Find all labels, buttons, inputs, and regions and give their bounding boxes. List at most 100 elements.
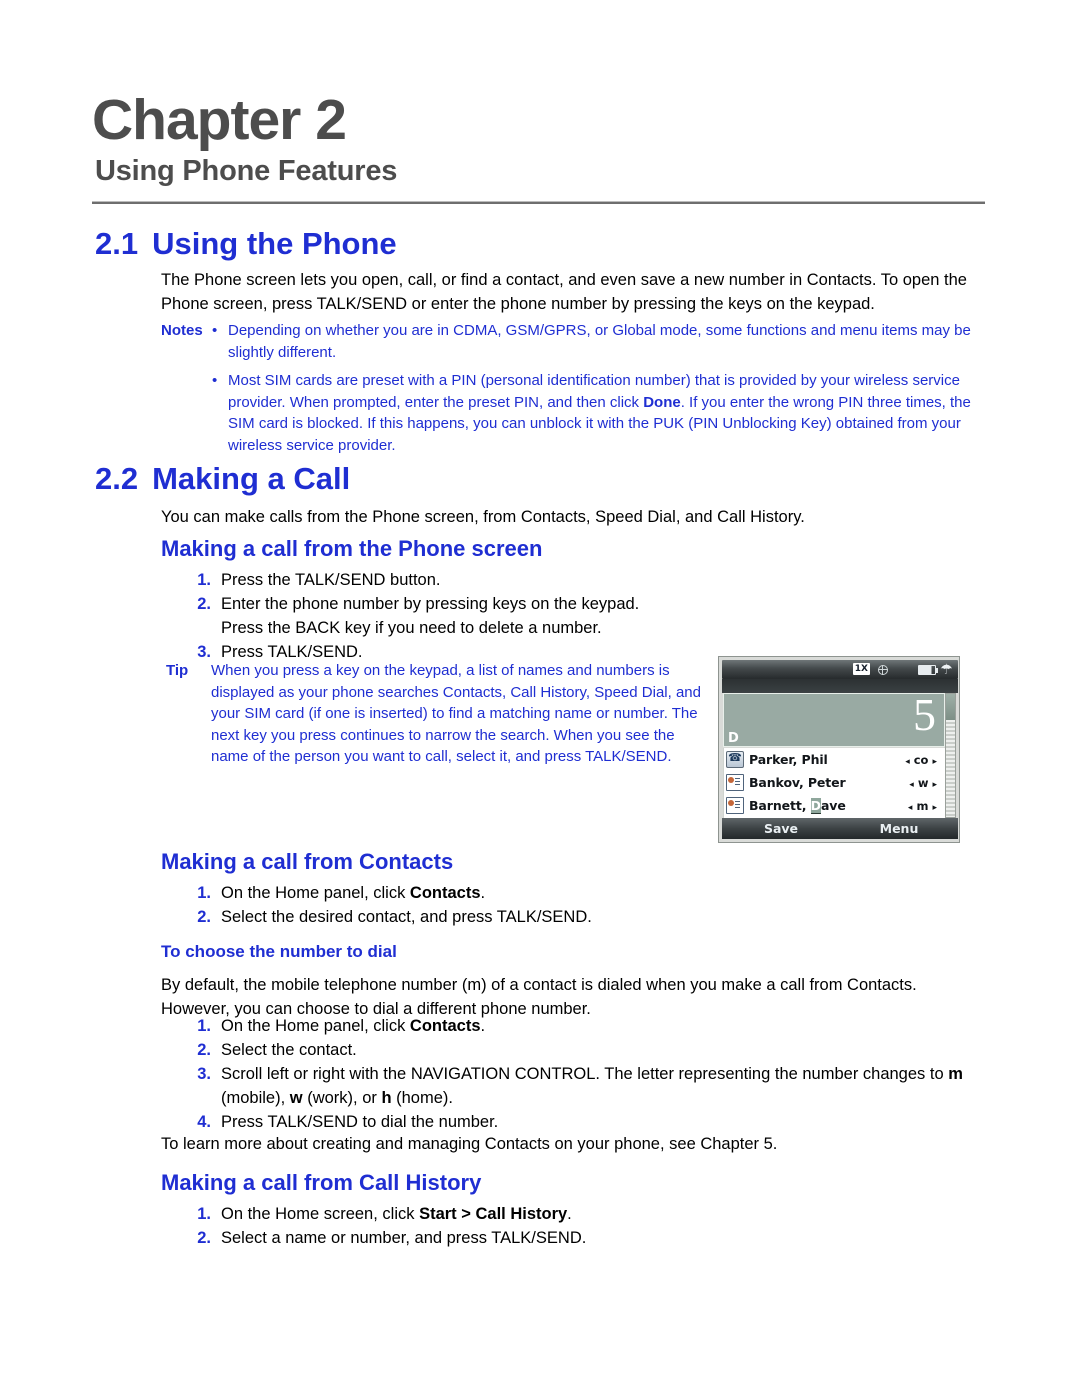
step-marker: 3. [197,643,211,661]
step-marker: 3. [197,1065,211,1083]
softkey-menu[interactable]: Menu [840,821,958,836]
scrollbar-thumb[interactable] [946,694,955,720]
step-marker: 4. [197,1113,211,1131]
step-text-b: . [567,1205,572,1223]
document-page: Chapter 2 Using Phone Features 2.1 Using … [0,0,1080,1397]
number-type-label: co [913,752,929,767]
arrow-left-icon: ◂ [909,779,914,790]
arrow-left-icon: ◂ [905,756,910,767]
note-bullet-2: • [212,372,218,389]
making-call-intro: You can make calls from the Phone screen… [161,508,805,526]
number-type: ◂ w ▸ [909,776,937,790]
list-item: 1. On the Home panel, click Contacts. [185,881,665,905]
step-marker: 1. [197,571,211,589]
step-marker: 2. [197,595,211,613]
step-text-bold-w: w [289,1089,303,1107]
step-text-c: (work), or [302,1089,382,1107]
contact-card-icon [726,774,744,791]
list-item: 4. Press TALK/SEND to dial the number. [185,1110,975,1134]
number-type-label: w [917,775,929,790]
contact-card-icon [726,797,744,814]
section-heading-using-the-phone: 2.1 Using the Phone [95,228,397,259]
note-bullet-1: • [212,322,218,339]
step-text-b: . [480,884,486,902]
list-item[interactable]: Barnett, Dave ◂ m ▸ [724,794,945,817]
step-text-a: On the Home panel, click [221,1017,410,1035]
number-type-label: m [916,798,929,813]
subheading-from-call-history: Making a call from Call History [161,1170,482,1195]
call-history-steps: 1. On the Home screen, click Start > Call… [185,1202,745,1250]
phone-scrollbar[interactable] [945,693,956,818]
contact-name-suffix: ave [820,798,846,813]
step-text: Select the desired contact, and press TA… [221,908,592,926]
section-title-2: Making a Call [152,461,351,496]
phone-status-bar: 1X ☂ [722,660,958,679]
phone-softkey-bar: Save Menu [722,818,958,839]
list-item: 1. On the Home screen, click Start > Call… [185,1202,745,1226]
section-title: Using the Phone [152,226,397,261]
contact-name-highlight: D [810,798,821,814]
step-marker: 1. [197,884,211,902]
list-item: Press the BACK key if you need to delete… [185,616,665,640]
step-text: Press the BACK key if you need to delete… [221,619,602,637]
arrow-right-icon: ▸ [932,802,937,813]
contact-name: Parker, Phil [749,752,828,767]
list-item: 3. Scroll left or right with the NAVIGATI… [185,1062,975,1110]
softkey-save[interactable]: Save [722,821,840,836]
phone-number-input[interactable]: 5 D [723,689,945,747]
section-number: 2.1 [95,226,139,261]
network-1x-badge: 1X [852,663,870,675]
step-text-bold: Contacts [409,884,481,902]
step-marker: 2. [197,1229,211,1247]
step-text: Press TALK/SEND. [221,643,363,661]
battery-icon [918,665,938,675]
step-text-bold-h: h [381,1089,392,1107]
arrow-left-icon: ◂ [907,802,913,813]
phone-contact-list[interactable]: Parker, Phil ◂ co ▸ Bankov, Peter ◂ w ▸ … [723,748,945,818]
phone-screenshot: 1X ☂ 5 D Parker, Phil ◂ co ▸ Bankov, Pet… [718,656,960,843]
step-text: Press the TALK/SEND button. [221,571,441,589]
step-text-a: On the Home panel, click [221,884,410,902]
step-text-bold: Start > Call History [419,1205,568,1223]
contact-name-text: Bankov, Peter [749,775,846,790]
notes-label: Notes [161,322,203,339]
list-item: 2. Select a name or number, and press TAL… [185,1226,745,1250]
section-number-2: 2.2 [95,461,139,496]
step-text-a: On the Home screen, click [221,1205,420,1223]
step-text-d: (home). [391,1089,453,1107]
note-item-2: Most SIM cards are preset with a PIN (pe… [228,370,976,456]
step-marker: 1. [197,1205,211,1223]
number-type: ◂ m ▸ [908,799,937,813]
contacts-steps: 1. On the Home panel, click Contacts. 2. S… [185,881,665,929]
note-item-1: Depending on whether you are in CDMA, GS… [228,322,971,361]
tip-label: Tip [166,662,189,679]
phone-screen-steps: 1. Press the TALK/SEND button. 2. Enter th… [185,568,665,664]
list-item: 2. Select the contact. [185,1038,975,1062]
dialed-digits: 5 [913,689,936,740]
subheading-from-contacts: Making a call from Contacts [161,849,454,874]
list-item: 2. Select the desired contact, and press … [185,905,665,929]
list-item: 2. Enter the phone number by pressing key… [185,592,665,616]
globe-icon [878,665,888,675]
step-marker: 2. [197,1041,211,1059]
step-marker: 1. [197,1017,211,1035]
list-item[interactable]: Bankov, Peter ◂ w ▸ [724,771,945,794]
input-letter: D [728,731,739,746]
contact-name-text: Parker, Phil [749,752,828,767]
step-text: Select a name or number, and press TALK/… [221,1229,587,1247]
step-text-a: Scroll left or right with the NAVIGATION… [221,1065,949,1083]
chapter-subtitle: Using Phone Features [95,155,398,187]
step-text: Select the contact. [221,1041,357,1059]
contact-name-text: Barnett, [749,798,811,813]
chapter-5-reference: To learn more about creating and managin… [161,1135,778,1153]
section-heading-making-a-call: 2.2 Making a Call [95,463,350,494]
number-type: ◂ co ▸ [905,753,937,767]
note-2-bold: Done [643,393,681,411]
list-item[interactable]: Parker, Phil ◂ co ▸ [724,748,945,771]
subheading-from-phone-screen: Making a call from the Phone screen [161,536,543,561]
missed-call-icon [726,750,744,768]
arrow-right-icon: ▸ [932,779,937,790]
step-text-bold-m: m [948,1065,963,1083]
list-item: 1. Press the TALK/SEND button. [185,568,665,592]
using-phone-intro: The Phone screen lets you open, call, or… [161,271,967,313]
